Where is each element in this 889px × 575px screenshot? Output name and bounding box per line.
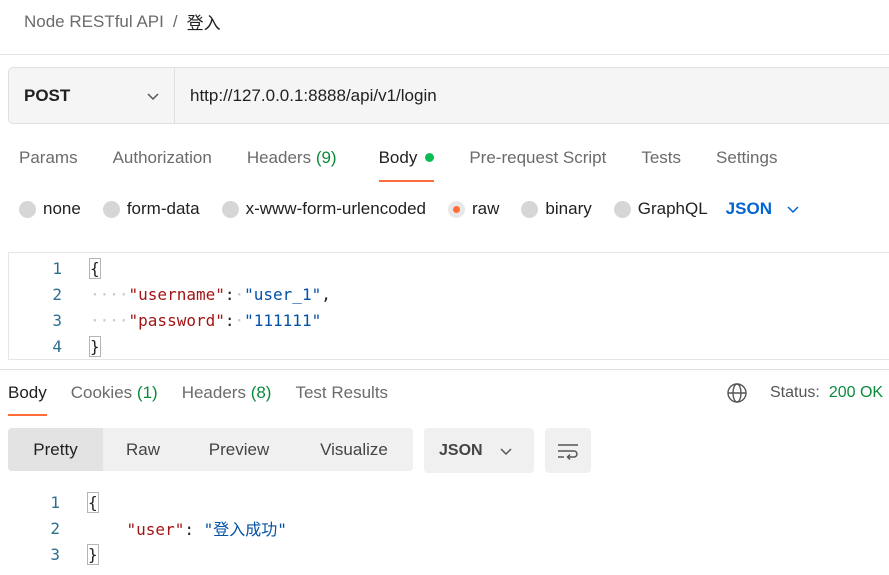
- open-brace: {: [89, 257, 101, 279]
- breadcrumb: Node RESTful API / 登入: [24, 9, 221, 34]
- chevron-down-icon: [787, 206, 799, 214]
- body-indicator-dot: [425, 153, 435, 162]
- tab-body[interactable]: Body: [378, 148, 435, 182]
- request-body-editor[interactable]: 1 { 2 ····"username":·"user_1", 3 ····"p…: [8, 252, 889, 360]
- tab-headers[interactable]: Headers (9): [247, 148, 337, 182]
- radio-graphql[interactable]: GraphQL: [613, 199, 708, 219]
- wrap-lines-icon: [558, 443, 578, 460]
- status-label: Status:: [770, 384, 820, 401]
- tab-authorization[interactable]: Authorization: [113, 148, 212, 182]
- pane-divider[interactable]: [0, 369, 889, 370]
- radio-form-data[interactable]: form-data: [102, 199, 200, 219]
- method-select[interactable]: POST: [9, 68, 175, 123]
- wrap-lines-button[interactable]: [545, 428, 591, 473]
- json-key: "password": [128, 310, 225, 330]
- response-tab-test-results[interactable]: Test Results: [295, 383, 388, 416]
- raw-format-select[interactable]: JSON: [726, 199, 800, 219]
- response-status: Status: 200 OK: [726, 382, 883, 404]
- breadcrumb-separator: /: [172, 11, 178, 31]
- editor-line: 1 {: [9, 255, 101, 281]
- globe-icon[interactable]: [726, 382, 748, 404]
- view-visualize[interactable]: Visualize: [295, 428, 413, 471]
- json-key: "username": [128, 284, 225, 304]
- tab-pre-request-script[interactable]: Pre-request Script: [469, 148, 606, 182]
- request-tabs: Params Authorization Headers (9) Body Pr…: [19, 148, 777, 182]
- json-key: "user": [126, 520, 185, 539]
- view-raw[interactable]: Raw: [103, 428, 183, 471]
- response-tab-headers[interactable]: Headers (8): [182, 383, 272, 416]
- tab-tests[interactable]: Tests: [641, 148, 681, 182]
- breadcrumb-collection[interactable]: Node RESTful API: [24, 12, 164, 32]
- radio-circle-selected: [448, 200, 466, 218]
- response-tab-body[interactable]: Body: [8, 383, 47, 416]
- response-tabs: Body Cookies (1) Headers (8) Test Result…: [8, 383, 388, 416]
- editor-line: 3 ····"password":·"111111": [9, 307, 321, 333]
- url-input[interactable]: http://127.0.0.1:8888/api/v1/login: [175, 68, 889, 123]
- editor-line: 4 }: [9, 333, 101, 359]
- response-body[interactable]: 1 { 2 "user": "登入成功" 3 }: [0, 489, 889, 575]
- view-pretty[interactable]: Pretty: [8, 428, 103, 471]
- chevron-down-icon: [500, 447, 512, 455]
- response-tab-cookies[interactable]: Cookies (1): [71, 383, 158, 416]
- response-line: 2 "user": "登入成功": [0, 515, 287, 541]
- response-line: 3 }: [0, 541, 99, 567]
- radio-circle: [221, 200, 239, 218]
- header-divider: [0, 54, 889, 55]
- method-label: POST: [24, 85, 71, 105]
- radio-x-www-form-urlencoded[interactable]: x-www-form-urlencoded: [221, 199, 426, 219]
- headers-count: (9): [315, 148, 337, 167]
- line-number: 3: [50, 544, 60, 564]
- radio-circle: [19, 200, 36, 218]
- editor-line: 2 ····"username":·"user_1",: [9, 281, 330, 307]
- radio-circle: [102, 200, 120, 218]
- response-line: 1 {: [0, 489, 99, 515]
- request-bar: POST http://127.0.0.1:8888/api/v1/login: [8, 67, 889, 124]
- open-brace: {: [87, 491, 99, 513]
- response-format-select[interactable]: JSON: [424, 428, 534, 473]
- tab-params[interactable]: Params: [19, 148, 78, 182]
- close-brace: }: [87, 543, 99, 565]
- response-view-modes: Pretty Raw Preview Visualize: [8, 428, 413, 471]
- close-brace: }: [89, 335, 101, 357]
- line-number: 3: [52, 310, 62, 330]
- json-value: "111111": [244, 310, 322, 330]
- line-number: 2: [52, 284, 62, 304]
- line-number: 1: [50, 492, 60, 512]
- radio-circle: [613, 200, 631, 218]
- json-value: "user_1": [244, 284, 322, 304]
- line-number: 2: [50, 518, 60, 538]
- status-value[interactable]: 200 OK: [829, 384, 883, 402]
- radio-raw[interactable]: raw: [448, 199, 499, 219]
- breadcrumb-request[interactable]: 登入: [187, 9, 221, 34]
- radio-none[interactable]: none: [19, 199, 81, 219]
- tab-settings[interactable]: Settings: [716, 148, 777, 182]
- radio-binary[interactable]: binary: [521, 199, 592, 219]
- json-value: "登入成功": [203, 520, 287, 539]
- view-preview[interactable]: Preview: [183, 428, 295, 471]
- body-type-options: none form-data x-www-form-urlencoded raw…: [19, 199, 800, 219]
- radio-circle: [521, 200, 539, 218]
- line-number: 4: [52, 336, 62, 356]
- chevron-down-icon: [147, 92, 159, 100]
- line-number: 1: [52, 258, 62, 278]
